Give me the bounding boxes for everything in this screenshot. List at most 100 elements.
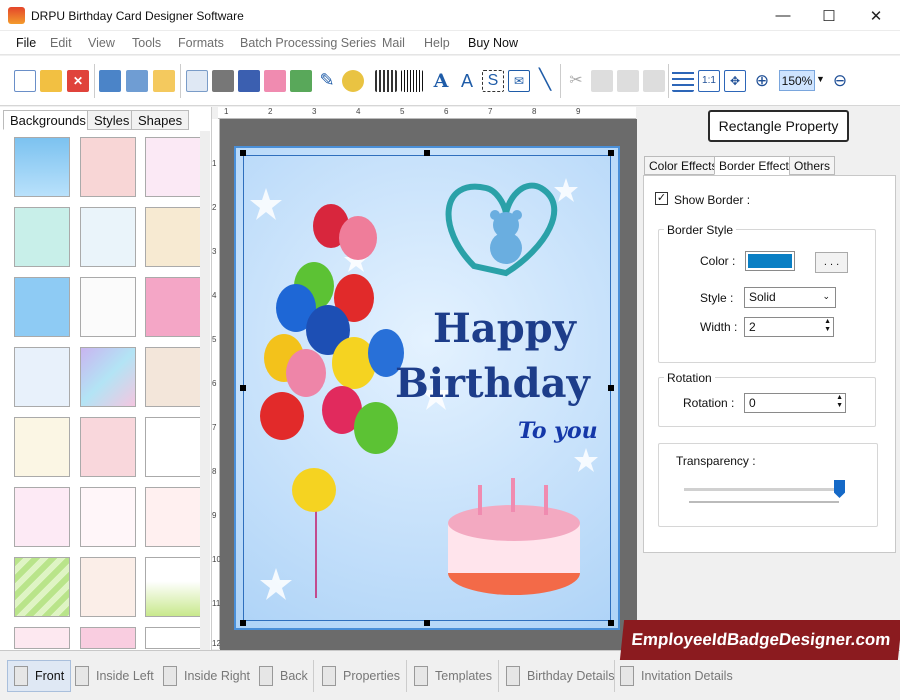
background-thumbnail[interactable]	[14, 277, 70, 337]
rotation-stepper[interactable]: 0 ▲ ▼	[744, 393, 846, 413]
resize-handle[interactable]	[608, 150, 614, 156]
resize-handle[interactable]	[424, 620, 430, 626]
delete-icon[interactable]: ✕	[67, 70, 89, 92]
background-thumbnail[interactable]	[14, 207, 70, 267]
resize-handle[interactable]	[608, 385, 614, 391]
menu-tools[interactable]: Tools	[132, 36, 161, 50]
background-thumbnail[interactable]	[14, 347, 70, 407]
save-as-icon[interactable]	[126, 70, 148, 92]
fit-to-window-icon[interactable]: ✥	[724, 70, 746, 92]
spinner-arrows-icon[interactable]: ▲ ▼	[824, 318, 831, 334]
background-thumbnail[interactable]	[80, 347, 136, 407]
menu-help[interactable]: Help	[424, 36, 450, 50]
background-thumbnail[interactable]	[80, 627, 136, 649]
tab-shapes[interactable]: Shapes	[131, 110, 190, 130]
spinner-arrows-icon[interactable]: ▲ ▼	[836, 394, 843, 410]
actual-size-button[interactable]: 1:1	[698, 70, 720, 92]
transparency-slider-track[interactable]	[684, 488, 840, 491]
tab-properties[interactable]: Properties	[322, 660, 400, 692]
minimize-button[interactable]: —	[760, 0, 806, 31]
open-folder-icon[interactable]	[40, 70, 62, 92]
background-thumbnail[interactable]	[80, 487, 136, 547]
background-thumbnail[interactable]	[145, 137, 201, 197]
card-text-birthday[interactable]: Birthday	[395, 360, 590, 407]
line-icon[interactable]: ╲	[534, 70, 556, 92]
show-border-checkbox[interactable]: ✓	[655, 192, 668, 205]
background-thumbnail[interactable]	[80, 277, 136, 337]
tab-front[interactable]: Front	[7, 660, 72, 692]
menu-file[interactable]: File	[16, 36, 36, 50]
menu-mail[interactable]: Mail	[382, 36, 405, 50]
resize-handle[interactable]	[608, 620, 614, 626]
width-stepper[interactable]: 2 ▲ ▼	[744, 317, 834, 337]
grid-icon[interactable]	[672, 70, 694, 92]
zoom-select[interactable]: 150%	[779, 70, 815, 91]
left-panel-scrollbar[interactable]	[200, 131, 210, 650]
card-text-happy[interactable]: Happy	[433, 305, 576, 352]
resize-handle[interactable]	[240, 150, 246, 156]
background-thumbnail[interactable]	[145, 557, 201, 617]
menu-edit[interactable]: Edit	[50, 36, 72, 50]
zoom-dropdown-chevron-icon[interactable]: ▼	[816, 74, 825, 84]
background-thumbnail[interactable]	[14, 627, 70, 649]
tab-invitation-details[interactable]: Invitation Details	[620, 660, 733, 692]
background-thumbnail[interactable]	[145, 627, 201, 649]
menu-formats[interactable]: Formats	[178, 36, 224, 50]
zoom-out-icon[interactable]: ⊖	[829, 70, 851, 92]
style-select[interactable]: Solid ⌄	[744, 287, 836, 308]
background-thumbnail[interactable]	[145, 207, 201, 267]
menu-view[interactable]: View	[88, 36, 115, 50]
background-thumbnail[interactable]	[145, 347, 201, 407]
resize-handle[interactable]	[240, 620, 246, 626]
tab-backgrounds[interactable]: Backgrounds	[3, 110, 93, 130]
background-thumbnail[interactable]	[80, 417, 136, 477]
background-thumbnail[interactable]	[80, 137, 136, 197]
background-thumbnail[interactable]	[14, 557, 70, 617]
resize-handle[interactable]	[424, 150, 430, 156]
text-icon[interactable]: A	[430, 70, 452, 92]
copy-icon[interactable]	[591, 70, 613, 92]
resize-handle[interactable]	[240, 385, 246, 391]
background-thumbnail[interactable]	[145, 417, 201, 477]
word-art-icon[interactable]: A	[456, 70, 478, 92]
close-button[interactable]: ✕	[853, 0, 899, 31]
tab-color-effects[interactable]: Color Effects	[644, 156, 723, 175]
delete-object-icon[interactable]	[643, 70, 665, 92]
tab-inside-left[interactable]: Inside Left	[75, 660, 154, 692]
copy-layer-icon[interactable]	[238, 70, 260, 92]
paste-icon[interactable]	[617, 70, 639, 92]
tab-inside-right[interactable]: Inside Right	[163, 660, 250, 692]
menu-buy-now[interactable]: Buy Now	[468, 36, 518, 50]
signature-icon[interactable]: S	[482, 70, 504, 92]
background-thumbnail[interactable]	[14, 487, 70, 547]
zoom-in-icon[interactable]: ⊕	[751, 70, 773, 92]
tab-others[interactable]: Others	[789, 156, 836, 175]
tab-styles[interactable]: Styles	[87, 110, 137, 130]
tab-back[interactable]: Back	[259, 660, 308, 692]
menu-batch-processing[interactable]: Batch Processing Series	[240, 36, 376, 50]
tab-templates[interactable]: Templates	[414, 660, 492, 692]
card-text-to-you[interactable]: To you	[518, 418, 598, 444]
maximize-button[interactable]: ☐	[806, 0, 852, 31]
barcode-icon[interactable]	[375, 70, 397, 92]
background-thumbnail[interactable]	[80, 207, 136, 267]
mail-icon[interactable]: ✉	[508, 70, 530, 92]
background-thumbnail[interactable]	[14, 137, 70, 197]
properties-icon[interactable]	[186, 70, 208, 92]
pencil-icon[interactable]: ✎	[316, 70, 338, 92]
new-icon[interactable]	[14, 70, 36, 92]
barcode-2-icon[interactable]	[401, 70, 423, 92]
cut-icon[interactable]: ✂	[565, 70, 587, 92]
color-browse-button[interactable]: . . .	[815, 252, 848, 273]
tab-border-effect[interactable]: Border Effect	[714, 156, 794, 175]
save-icon[interactable]	[99, 70, 121, 92]
background-thumbnail[interactable]	[80, 557, 136, 617]
background-thumbnail[interactable]	[14, 417, 70, 477]
color-swatch[interactable]	[745, 251, 795, 271]
picture-tool-icon[interactable]	[342, 70, 364, 92]
image-icon[interactable]	[290, 70, 312, 92]
card-icon[interactable]	[264, 70, 286, 92]
background-thumbnail[interactable]	[145, 487, 201, 547]
background-thumbnail[interactable]	[145, 277, 201, 337]
print-icon[interactable]	[212, 70, 234, 92]
